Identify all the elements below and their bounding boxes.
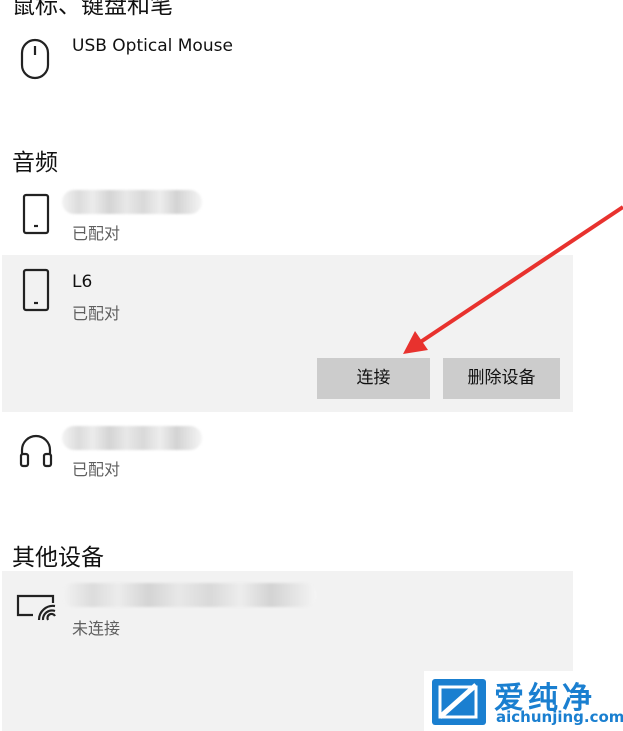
display-wireless-icon xyxy=(16,594,56,621)
device-name-redacted xyxy=(62,190,202,214)
logo-mark-icon xyxy=(432,679,486,725)
device-audio-headphones[interactable]: 已配对 xyxy=(0,418,573,488)
phone-icon xyxy=(22,268,50,312)
device-name: L6 xyxy=(72,272,93,292)
device-name: USB Optical Mouse xyxy=(72,36,233,56)
device-status: 已配对 xyxy=(72,304,121,323)
device-status: 已配对 xyxy=(72,460,121,479)
device-name-redacted xyxy=(62,583,317,607)
device-usb-mouse[interactable]: USB Optical Mouse xyxy=(0,25,573,85)
device-status: 未连接 xyxy=(72,619,121,638)
mouse-icon xyxy=(20,38,50,80)
section-title-audio: 音频 xyxy=(12,150,58,176)
annotation-arrow xyxy=(403,205,623,354)
watermark-url: aichunjing.com xyxy=(496,708,623,726)
phone-icon xyxy=(22,193,50,235)
device-status: 已配对 xyxy=(72,224,121,243)
device-name-redacted xyxy=(62,426,202,450)
section-title-mouse-keyboard-pen: 鼠标、键盘和笔 xyxy=(12,0,173,19)
watermark-logo: 爱纯净 aichunjing.com xyxy=(424,671,623,731)
connect-button[interactable]: 连接 xyxy=(317,358,430,399)
remove-device-button[interactable]: 删除设备 xyxy=(443,358,560,399)
section-title-other-devices: 其他设备 xyxy=(12,545,104,571)
headphones-icon xyxy=(19,434,53,468)
